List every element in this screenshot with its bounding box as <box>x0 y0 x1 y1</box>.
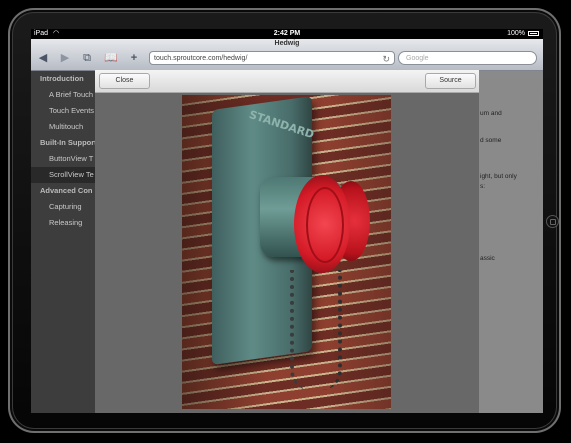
sidebar-header-built-in-support[interactable]: Built-In Support <box>31 135 95 151</box>
bookmarks-icon[interactable]: 📖 <box>104 51 118 65</box>
ipad-screen: iPad ◠ 2:42 PM 100% Hedwig ◀ ▶ ⧉ 📖 + tou… <box>31 29 543 413</box>
content-text-fragment: ight, but only <box>480 173 517 180</box>
reload-icon[interactable]: ↻ <box>382 52 390 66</box>
url-text: touch.sproutcore.com/hedwig/ <box>154 55 248 62</box>
safari-toolbar: Hedwig ◀ ▶ ⧉ 📖 + touch.sproutcore.com/he… <box>31 39 543 71</box>
back-arrow-icon[interactable]: ◀ <box>36 51 50 65</box>
sidebar-item-buttonview[interactable]: ButtonView T <box>31 151 95 167</box>
photo-modal: Close Source STANDARD <box>95 70 479 413</box>
address-field[interactable]: touch.sproutcore.com/hedwig/ ↻ <box>149 51 395 65</box>
content-text-fragment: d some <box>480 137 502 144</box>
clock: 2:42 PM <box>273 30 301 37</box>
modal-toolbar: Close Source <box>95 70 479 93</box>
pages-icon[interactable]: ⧉ <box>80 51 94 65</box>
home-button[interactable] <box>546 215 559 228</box>
content-text-fragment: assic <box>480 255 495 262</box>
sidebar-item-touch-events[interactable]: Touch Events <box>31 103 95 119</box>
photo-chain <box>290 270 342 390</box>
photo-cap-ring <box>306 187 344 263</box>
battery-percent: 100% <box>507 30 525 37</box>
battery-icon <box>528 31 539 36</box>
page-title: Hedwig <box>274 40 300 47</box>
sidebar-item-scrollview[interactable]: ScrollView Te <box>31 167 95 183</box>
standpipe-photo: STANDARD <box>182 95 391 409</box>
status-bar: iPad ◠ 2:42 PM 100% <box>31 29 543 39</box>
sidebar-item-brief-touch[interactable]: A Brief Touch <box>31 87 95 103</box>
search-input[interactable]: Google <box>398 51 537 65</box>
sidebar-item-capturing[interactable]: Capturing <box>31 199 95 215</box>
sidebar-header-advanced[interactable]: Advanced Con <box>31 183 95 199</box>
content-text-fragment: um and <box>480 110 502 117</box>
plus-icon[interactable]: + <box>127 51 141 65</box>
source-button[interactable]: Source <box>425 73 476 89</box>
sidebar: Introduction A Brief Touch Touch Events … <box>31 71 95 413</box>
sidebar-item-multitouch[interactable]: Multitouch <box>31 119 95 135</box>
close-button[interactable]: Close <box>99 73 150 89</box>
sidebar-header-introduction[interactable]: Introduction <box>31 71 95 87</box>
forward-arrow-icon[interactable]: ▶ <box>58 51 72 65</box>
sidebar-item-releasing[interactable]: Releasing <box>31 215 95 231</box>
content-text-fragment: s: <box>480 183 486 190</box>
